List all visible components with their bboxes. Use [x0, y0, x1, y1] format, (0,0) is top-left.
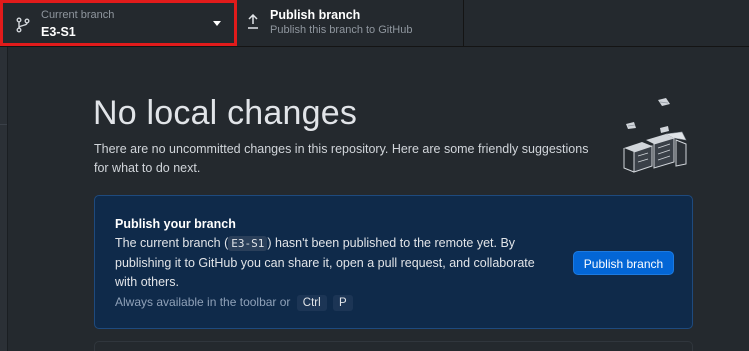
publish-card-body: The current branch (E3-S1) hasn't been p… — [115, 234, 555, 293]
current-branch-name: E3-S1 — [41, 25, 76, 39]
upload-icon — [248, 14, 258, 29]
publish-branch-title: Publish branch — [270, 8, 361, 22]
page-description: There are no uncommitted changes in this… — [94, 142, 589, 175]
publish-branch-card: Publish your branch The current branch (… — [94, 195, 693, 329]
shortcut-hint: Always available in the toolbar or Ctrl … — [115, 295, 353, 311]
shortcut-key-p: P — [333, 295, 353, 311]
chevron-down-icon — [213, 21, 221, 26]
current-branch-label: Current branch — [41, 9, 115, 21]
shortcut-hint-text: Always available in the toolbar or — [115, 295, 291, 309]
empty-state-illustration — [623, 98, 687, 173]
app-window: Current branch E3-S1 Publish branch Publ… — [0, 0, 749, 351]
page-title: No local changes — [93, 94, 358, 132]
branch-name-code: E3-S1 — [228, 236, 268, 251]
publish-branch-button[interactable]: Publish branch — [573, 251, 674, 275]
current-branch-button[interactable]: Current branch E3-S1 — [0, 0, 237, 46]
publish-card-title: Publish your branch — [115, 217, 236, 231]
publish-branch-toolbar-button[interactable]: Publish branch Publish this branch to Gi… — [237, 0, 464, 46]
publish-card-body-prefix: The current branch ( — [115, 236, 229, 250]
git-branch-icon — [16, 17, 30, 33]
sidebar-divider — [0, 124, 7, 125]
publish-branch-subtitle: Publish this branch to GitHub — [270, 24, 413, 36]
next-suggestion-card — [94, 341, 693, 351]
left-sidebar-edge — [0, 47, 8, 351]
toolbar: Current branch E3-S1 Publish branch Publ… — [0, 0, 749, 47]
shortcut-key-ctrl: Ctrl — [296, 295, 327, 311]
